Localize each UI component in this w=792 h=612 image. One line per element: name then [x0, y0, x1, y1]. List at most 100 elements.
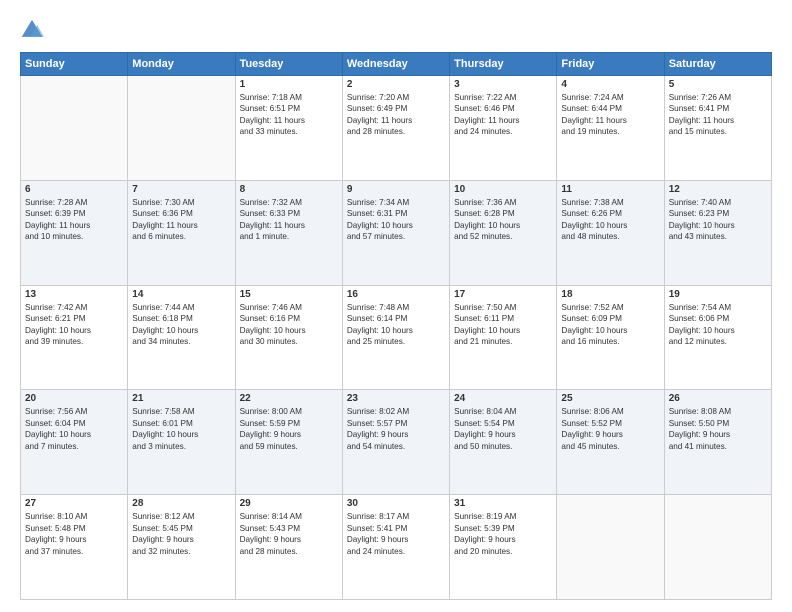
day-info: Sunrise: 8:14 AMSunset: 5:43 PMDaylight:…	[240, 511, 338, 557]
day-info: Sunrise: 8:12 AMSunset: 5:45 PMDaylight:…	[132, 511, 230, 557]
day-info: Sunrise: 7:50 AMSunset: 6:11 PMDaylight:…	[454, 302, 552, 348]
day-number: 29	[240, 498, 338, 509]
day-info: Sunrise: 8:06 AMSunset: 5:52 PMDaylight:…	[561, 406, 659, 452]
day-cell	[128, 76, 235, 181]
day-cell: 26Sunrise: 8:08 AMSunset: 5:50 PMDayligh…	[664, 390, 771, 495]
day-cell: 5 Sunrise: 7:26 AMSunset: 6:41 PMDaylight…	[664, 76, 771, 181]
calendar-table: SundayMondayTuesdayWednesdayThursdayFrid…	[20, 52, 772, 600]
day-number: 31	[454, 498, 552, 509]
day-number: 7	[132, 184, 230, 195]
day-number: 4	[561, 79, 659, 90]
day-cell: 4 Sunrise: 7:24 AMSunset: 6:44 PMDaylight…	[557, 76, 664, 181]
day-info: Sunrise: 8:00 AMSunset: 5:59 PMDaylight:…	[240, 406, 338, 452]
day-info: Sunrise: 7:42 AMSunset: 6:21 PMDaylight:…	[25, 302, 123, 348]
col-header-tuesday: Tuesday	[235, 53, 342, 76]
day-info: Sunrise: 7:32 AMSunset: 6:33 PMDaylight:…	[240, 197, 338, 243]
day-cell: 25 Sunrise: 8:06 AMSunset: 5:52 PMDayligh…	[557, 390, 664, 495]
day-number: 27	[25, 498, 123, 509]
week-row-1: 1 Sunrise: 7:18 AMSunset: 6:51 PMDaylight…	[21, 76, 772, 181]
day-number: 19	[669, 289, 767, 300]
col-header-friday: Friday	[557, 53, 664, 76]
day-info: Sunrise: 7:54 AMSunset: 6:06 PMDaylight:…	[669, 302, 767, 348]
day-info: Sunrise: 7:58 AMSunset: 6:01 PMDaylight:…	[132, 406, 230, 452]
day-info: Sunrise: 8:08 AMSunset: 5:50 PMDaylight:…	[669, 406, 767, 452]
day-info: Sunrise: 7:40 AMSunset: 6:23 PMDaylight:…	[669, 197, 767, 243]
day-cell: 22Sunrise: 8:00 AMSunset: 5:59 PMDayligh…	[235, 390, 342, 495]
day-number: 6	[25, 184, 123, 195]
day-number: 30	[347, 498, 445, 509]
day-info: Sunrise: 7:34 AMSunset: 6:31 PMDaylight:…	[347, 197, 445, 243]
day-number: 3	[454, 79, 552, 90]
day-cell: 18Sunrise: 7:52 AMSunset: 6:09 PMDayligh…	[557, 285, 664, 390]
day-number: 5	[669, 79, 767, 90]
day-number: 20	[25, 393, 123, 404]
day-number: 12	[669, 184, 767, 195]
day-cell: 31 Sunrise: 8:19 AMSunset: 5:39 PMDayligh…	[450, 495, 557, 600]
day-info: Sunrise: 7:46 AMSunset: 6:16 PMDaylight:…	[240, 302, 338, 348]
day-cell: 21 Sunrise: 7:58 AMSunset: 6:01 PMDayligh…	[128, 390, 235, 495]
day-number: 21	[132, 393, 230, 404]
day-cell: 17 Sunrise: 7:50 AMSunset: 6:11 PMDayligh…	[450, 285, 557, 390]
day-cell	[557, 495, 664, 600]
day-cell: 11Sunrise: 7:38 AMSunset: 6:26 PMDayligh…	[557, 180, 664, 285]
day-cell: 23 Sunrise: 8:02 AMSunset: 5:57 PMDayligh…	[342, 390, 449, 495]
day-cell: 27 Sunrise: 8:10 AMSunset: 5:48 PMDayligh…	[21, 495, 128, 600]
day-info: Sunrise: 7:18 AMSunset: 6:51 PMDaylight:…	[240, 92, 338, 138]
day-number: 28	[132, 498, 230, 509]
day-cell: 7 Sunrise: 7:30 AMSunset: 6:36 PMDaylight…	[128, 180, 235, 285]
day-number: 17	[454, 289, 552, 300]
week-row-3: 13 Sunrise: 7:42 AMSunset: 6:21 PMDayligh…	[21, 285, 772, 390]
day-cell: 9 Sunrise: 7:34 AMSunset: 6:31 PMDaylight…	[342, 180, 449, 285]
day-cell: 19 Sunrise: 7:54 AMSunset: 6:06 PMDayligh…	[664, 285, 771, 390]
day-cell: 14Sunrise: 7:44 AMSunset: 6:18 PMDayligh…	[128, 285, 235, 390]
day-number: 1	[240, 79, 338, 90]
day-cell: 1 Sunrise: 7:18 AMSunset: 6:51 PMDaylight…	[235, 76, 342, 181]
day-info: Sunrise: 7:30 AMSunset: 6:36 PMDaylight:…	[132, 197, 230, 243]
day-cell	[21, 76, 128, 181]
col-header-thursday: Thursday	[450, 53, 557, 76]
day-cell: 6 Sunrise: 7:28 AMSunset: 6:39 PMDaylight…	[21, 180, 128, 285]
col-header-monday: Monday	[128, 53, 235, 76]
day-cell: 20 Sunrise: 7:56 AMSunset: 6:04 PMDayligh…	[21, 390, 128, 495]
day-number: 8	[240, 184, 338, 195]
day-cell: 8 Sunrise: 7:32 AMSunset: 6:33 PMDaylight…	[235, 180, 342, 285]
day-cell: 30 Sunrise: 8:17 AMSunset: 5:41 PMDayligh…	[342, 495, 449, 600]
day-info: Sunrise: 7:56 AMSunset: 6:04 PMDaylight:…	[25, 406, 123, 452]
day-info: Sunrise: 7:44 AMSunset: 6:18 PMDaylight:…	[132, 302, 230, 348]
col-header-wednesday: Wednesday	[342, 53, 449, 76]
day-info: Sunrise: 8:10 AMSunset: 5:48 PMDaylight:…	[25, 511, 123, 557]
day-cell	[664, 495, 771, 600]
day-cell: 24 Sunrise: 8:04 AMSunset: 5:54 PMDayligh…	[450, 390, 557, 495]
day-info: Sunrise: 7:22 AMSunset: 6:46 PMDaylight:…	[454, 92, 552, 138]
day-info: Sunrise: 7:36 AMSunset: 6:28 PMDaylight:…	[454, 197, 552, 243]
day-info: Sunrise: 8:19 AMSunset: 5:39 PMDaylight:…	[454, 511, 552, 557]
day-number: 23	[347, 393, 445, 404]
day-info: Sunrise: 7:26 AMSunset: 6:41 PMDaylight:…	[669, 92, 767, 138]
day-info: Sunrise: 7:28 AMSunset: 6:39 PMDaylight:…	[25, 197, 123, 243]
day-number: 25	[561, 393, 659, 404]
week-row-2: 6 Sunrise: 7:28 AMSunset: 6:39 PMDaylight…	[21, 180, 772, 285]
week-row-4: 20 Sunrise: 7:56 AMSunset: 6:04 PMDayligh…	[21, 390, 772, 495]
day-number: 11	[561, 184, 659, 195]
page: SundayMondayTuesdayWednesdayThursdayFrid…	[0, 0, 792, 612]
day-cell: 13 Sunrise: 7:42 AMSunset: 6:21 PMDayligh…	[21, 285, 128, 390]
day-info: Sunrise: 7:24 AMSunset: 6:44 PMDaylight:…	[561, 92, 659, 138]
day-cell: 29 Sunrise: 8:14 AMSunset: 5:43 PMDayligh…	[235, 495, 342, 600]
day-info: Sunrise: 8:02 AMSunset: 5:57 PMDaylight:…	[347, 406, 445, 452]
day-cell: 15Sunrise: 7:46 AMSunset: 6:16 PMDayligh…	[235, 285, 342, 390]
day-cell: 12 Sunrise: 7:40 AMSunset: 6:23 PMDayligh…	[664, 180, 771, 285]
day-info: Sunrise: 8:17 AMSunset: 5:41 PMDaylight:…	[347, 511, 445, 557]
day-number: 13	[25, 289, 123, 300]
header-row: SundayMondayTuesdayWednesdayThursdayFrid…	[21, 53, 772, 76]
header	[20, 18, 772, 42]
logo-icon	[20, 18, 44, 42]
day-number: 16	[347, 289, 445, 300]
day-number: 24	[454, 393, 552, 404]
day-cell: 16 Sunrise: 7:48 AMSunset: 6:14 PMDayligh…	[342, 285, 449, 390]
day-info: Sunrise: 7:48 AMSunset: 6:14 PMDaylight:…	[347, 302, 445, 348]
day-number: 18	[561, 289, 659, 300]
col-header-sunday: Sunday	[21, 53, 128, 76]
day-number: 9	[347, 184, 445, 195]
col-header-saturday: Saturday	[664, 53, 771, 76]
day-info: Sunrise: 8:04 AMSunset: 5:54 PMDaylight:…	[454, 406, 552, 452]
